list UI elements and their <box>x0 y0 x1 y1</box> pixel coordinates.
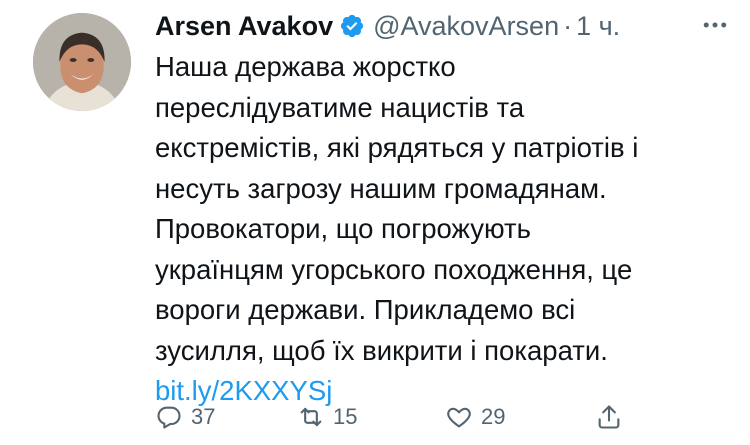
tweet-line: екстремістів, які рядяться у патріотів і <box>155 132 639 163</box>
retweet-count: 15 <box>333 404 358 429</box>
share-button[interactable] <box>595 403 631 431</box>
reply-button[interactable]: 37 <box>155 403 215 431</box>
tweet-text: Наша держава жорстко переслідуватиме нац… <box>155 47 730 412</box>
dot-separator: · <box>563 10 573 41</box>
more-icon[interactable] <box>700 10 730 47</box>
tweet-line: вороги держави. Прикладемо всі <box>155 294 576 325</box>
tweet-line: українцям угорського походження, це <box>155 253 633 285</box>
heart-icon <box>447 407 471 428</box>
verified-badge-icon <box>339 13 365 39</box>
like-count: 29 <box>481 404 506 429</box>
tweet-line: Наша держава жорстко <box>155 51 456 82</box>
tweet-header: Arsen Avakov @AvakovArsen · 1 ч. <box>155 8 730 44</box>
reply-count: 37 <box>191 404 216 429</box>
tweet-line: Провокатори, що погрожують <box>155 213 531 244</box>
tweet-line: переслідуватиме нацистів та <box>155 91 525 123</box>
retweet-icon <box>300 407 322 427</box>
tweet-line: несуть загрозу нашим громадянам. <box>155 172 607 204</box>
share-icon <box>598 405 620 429</box>
avatar[interactable] <box>33 13 131 111</box>
author-handle[interactable]: @AvakovArsen <box>373 11 559 42</box>
like-button[interactable]: 29 <box>445 403 505 431</box>
author-name[interactable]: Arsen Avakov <box>155 11 333 42</box>
retweet-button[interactable]: 15 <box>297 403 357 431</box>
tweet-actions: 37 15 29 <box>155 403 635 439</box>
avatar-image <box>33 13 131 111</box>
tweet-line: зусилля, щоб їх викрити і покарати. <box>155 334 608 366</box>
tweet-timestamp[interactable]: 1 ч. <box>576 11 620 42</box>
reply-icon <box>157 406 181 429</box>
